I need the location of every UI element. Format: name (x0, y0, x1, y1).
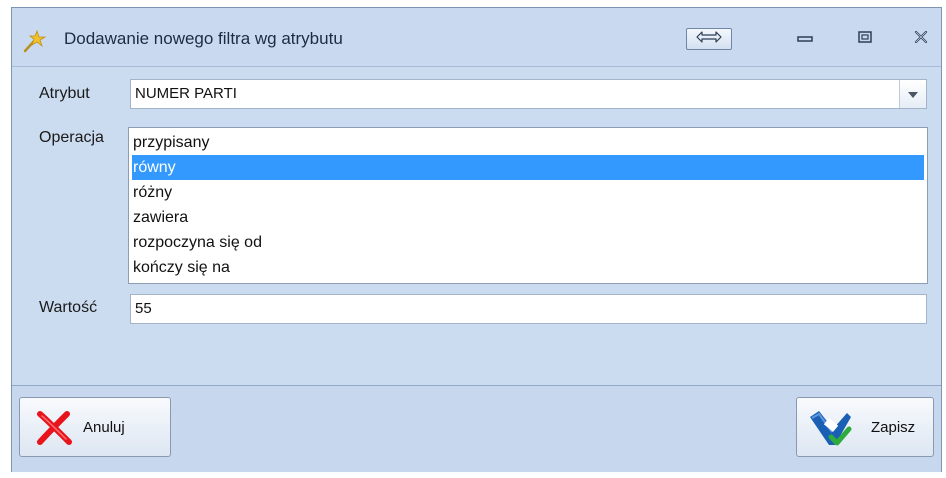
dialog-content: Atrybut NUMER PARTI Operacja przypisany … (12, 66, 941, 385)
attribute-label: Atrybut (39, 85, 90, 102)
maximize-icon (857, 30, 873, 49)
close-icon (913, 30, 929, 49)
double-arrow-icon (696, 30, 722, 48)
value-label: Wartość (39, 299, 98, 316)
operation-item-zawiera[interactable]: zawiera (132, 205, 924, 230)
minimize-icon (797, 30, 813, 48)
save-disk-icon (807, 407, 853, 456)
minimize-button[interactable] (792, 28, 818, 50)
save-button[interactable]: Zapisz (796, 397, 934, 457)
window-title: Dodawanie nowego filtra wg atrybutu (64, 29, 343, 48)
operation-item-rozny[interactable]: różny (132, 180, 924, 205)
attribute-select[interactable]: NUMER PARTI (130, 79, 927, 109)
operation-item-przypisany[interactable]: przypisany (132, 130, 924, 155)
cancel-button-label: Anuluj (83, 419, 125, 436)
cancel-button[interactable]: Anuluj (19, 397, 171, 457)
filter-dialog-window: Dodawanie nowego filtra wg atrybutu Atry… (11, 7, 942, 472)
close-button[interactable] (908, 28, 934, 50)
operation-label: Operacja (39, 129, 104, 146)
operation-list[interactable]: przypisany równy różny zawiera rozpoczyn… (128, 127, 928, 284)
operation-item-konczy-sie-na[interactable]: kończy się na (132, 255, 924, 280)
title-bar[interactable]: Dodawanie nowego filtra wg atrybutu (12, 8, 941, 66)
operation-item-rozpoczyna-sie-od[interactable]: rozpoczyna się od (132, 230, 924, 255)
value-input[interactable]: 55 (130, 294, 927, 324)
resize-horizontal-button[interactable] (686, 28, 732, 50)
value-text: 55 (135, 300, 152, 317)
operation-item-rowny[interactable]: równy (132, 155, 924, 180)
save-button-label: Zapisz (871, 419, 916, 436)
attribute-value: NUMER PARTI (135, 85, 237, 102)
maximize-button[interactable] (852, 28, 878, 50)
magic-wand-icon (22, 28, 48, 54)
chevron-down-icon (908, 85, 918, 103)
button-bar: Anuluj Zapisz (12, 385, 941, 472)
cancel-x-icon (36, 411, 72, 450)
dropdown-button[interactable] (899, 80, 926, 108)
